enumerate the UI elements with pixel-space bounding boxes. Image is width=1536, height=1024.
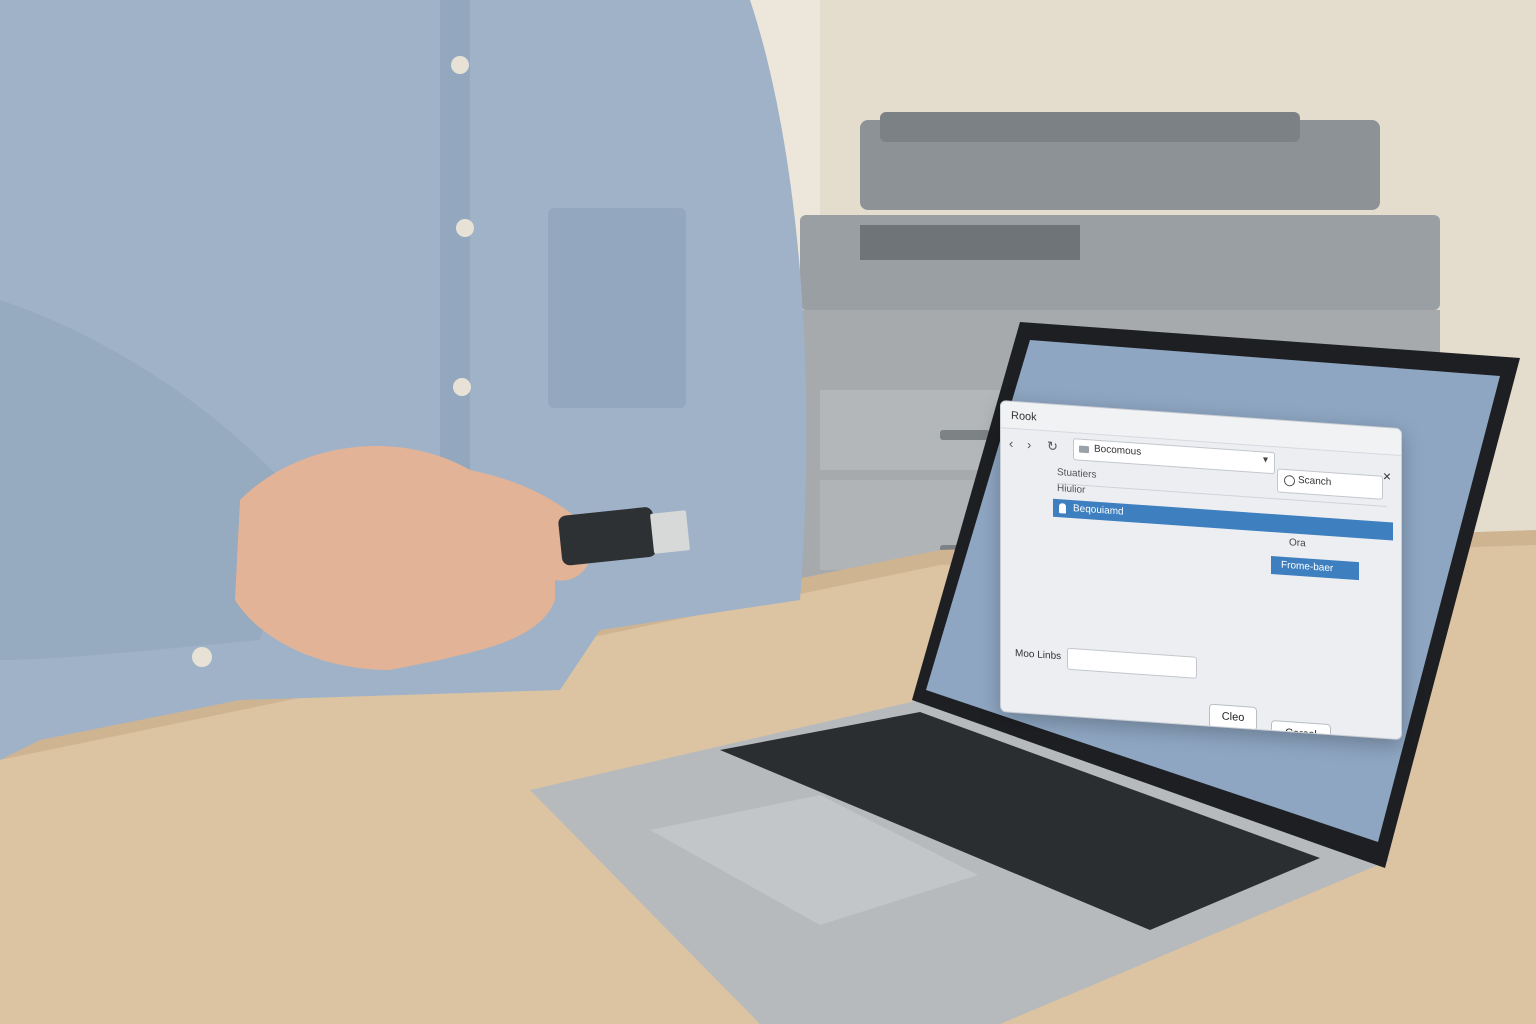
file-row-selected[interactable]: Beqouiamd bbox=[1053, 498, 1393, 541]
shirt-button bbox=[453, 378, 471, 396]
shirt-pocket bbox=[548, 208, 686, 408]
filename-label: Moo Linbs bbox=[1015, 648, 1062, 663]
filename-input[interactable] bbox=[1067, 647, 1197, 679]
close-icon[interactable]: × bbox=[1383, 468, 1391, 485]
path-text: Bocomous bbox=[1094, 443, 1142, 458]
open-button[interactable]: Cleo bbox=[1209, 703, 1257, 731]
file-row-selected-2[interactable]: Frome-baer bbox=[1271, 555, 1359, 581]
folder-icon bbox=[1079, 445, 1089, 454]
chevron-down-icon: ▾ bbox=[1262, 454, 1268, 466]
file-row[interactable]: Ora bbox=[1289, 537, 1306, 549]
refresh-icon[interactable]: ↻ bbox=[1047, 438, 1058, 455]
file-open-dialog[interactable]: Rook × ‹ › ↻ Bocomous ▾ Scanch Stuatiers… bbox=[1000, 400, 1402, 741]
usb-drive-icon bbox=[1059, 503, 1066, 514]
file-row-label: Beqouiamd bbox=[1073, 503, 1124, 518]
file-row-label: Frome-baer bbox=[1281, 559, 1334, 575]
dialog-title: Rook bbox=[1011, 409, 1037, 424]
cuff-button bbox=[192, 647, 212, 667]
group-label: Hiulior bbox=[1057, 482, 1086, 496]
shirt-button bbox=[456, 219, 474, 237]
back-icon[interactable]: ‹ bbox=[1009, 436, 1013, 451]
shirt-button bbox=[451, 56, 469, 74]
forward-icon[interactable]: › bbox=[1027, 437, 1031, 452]
